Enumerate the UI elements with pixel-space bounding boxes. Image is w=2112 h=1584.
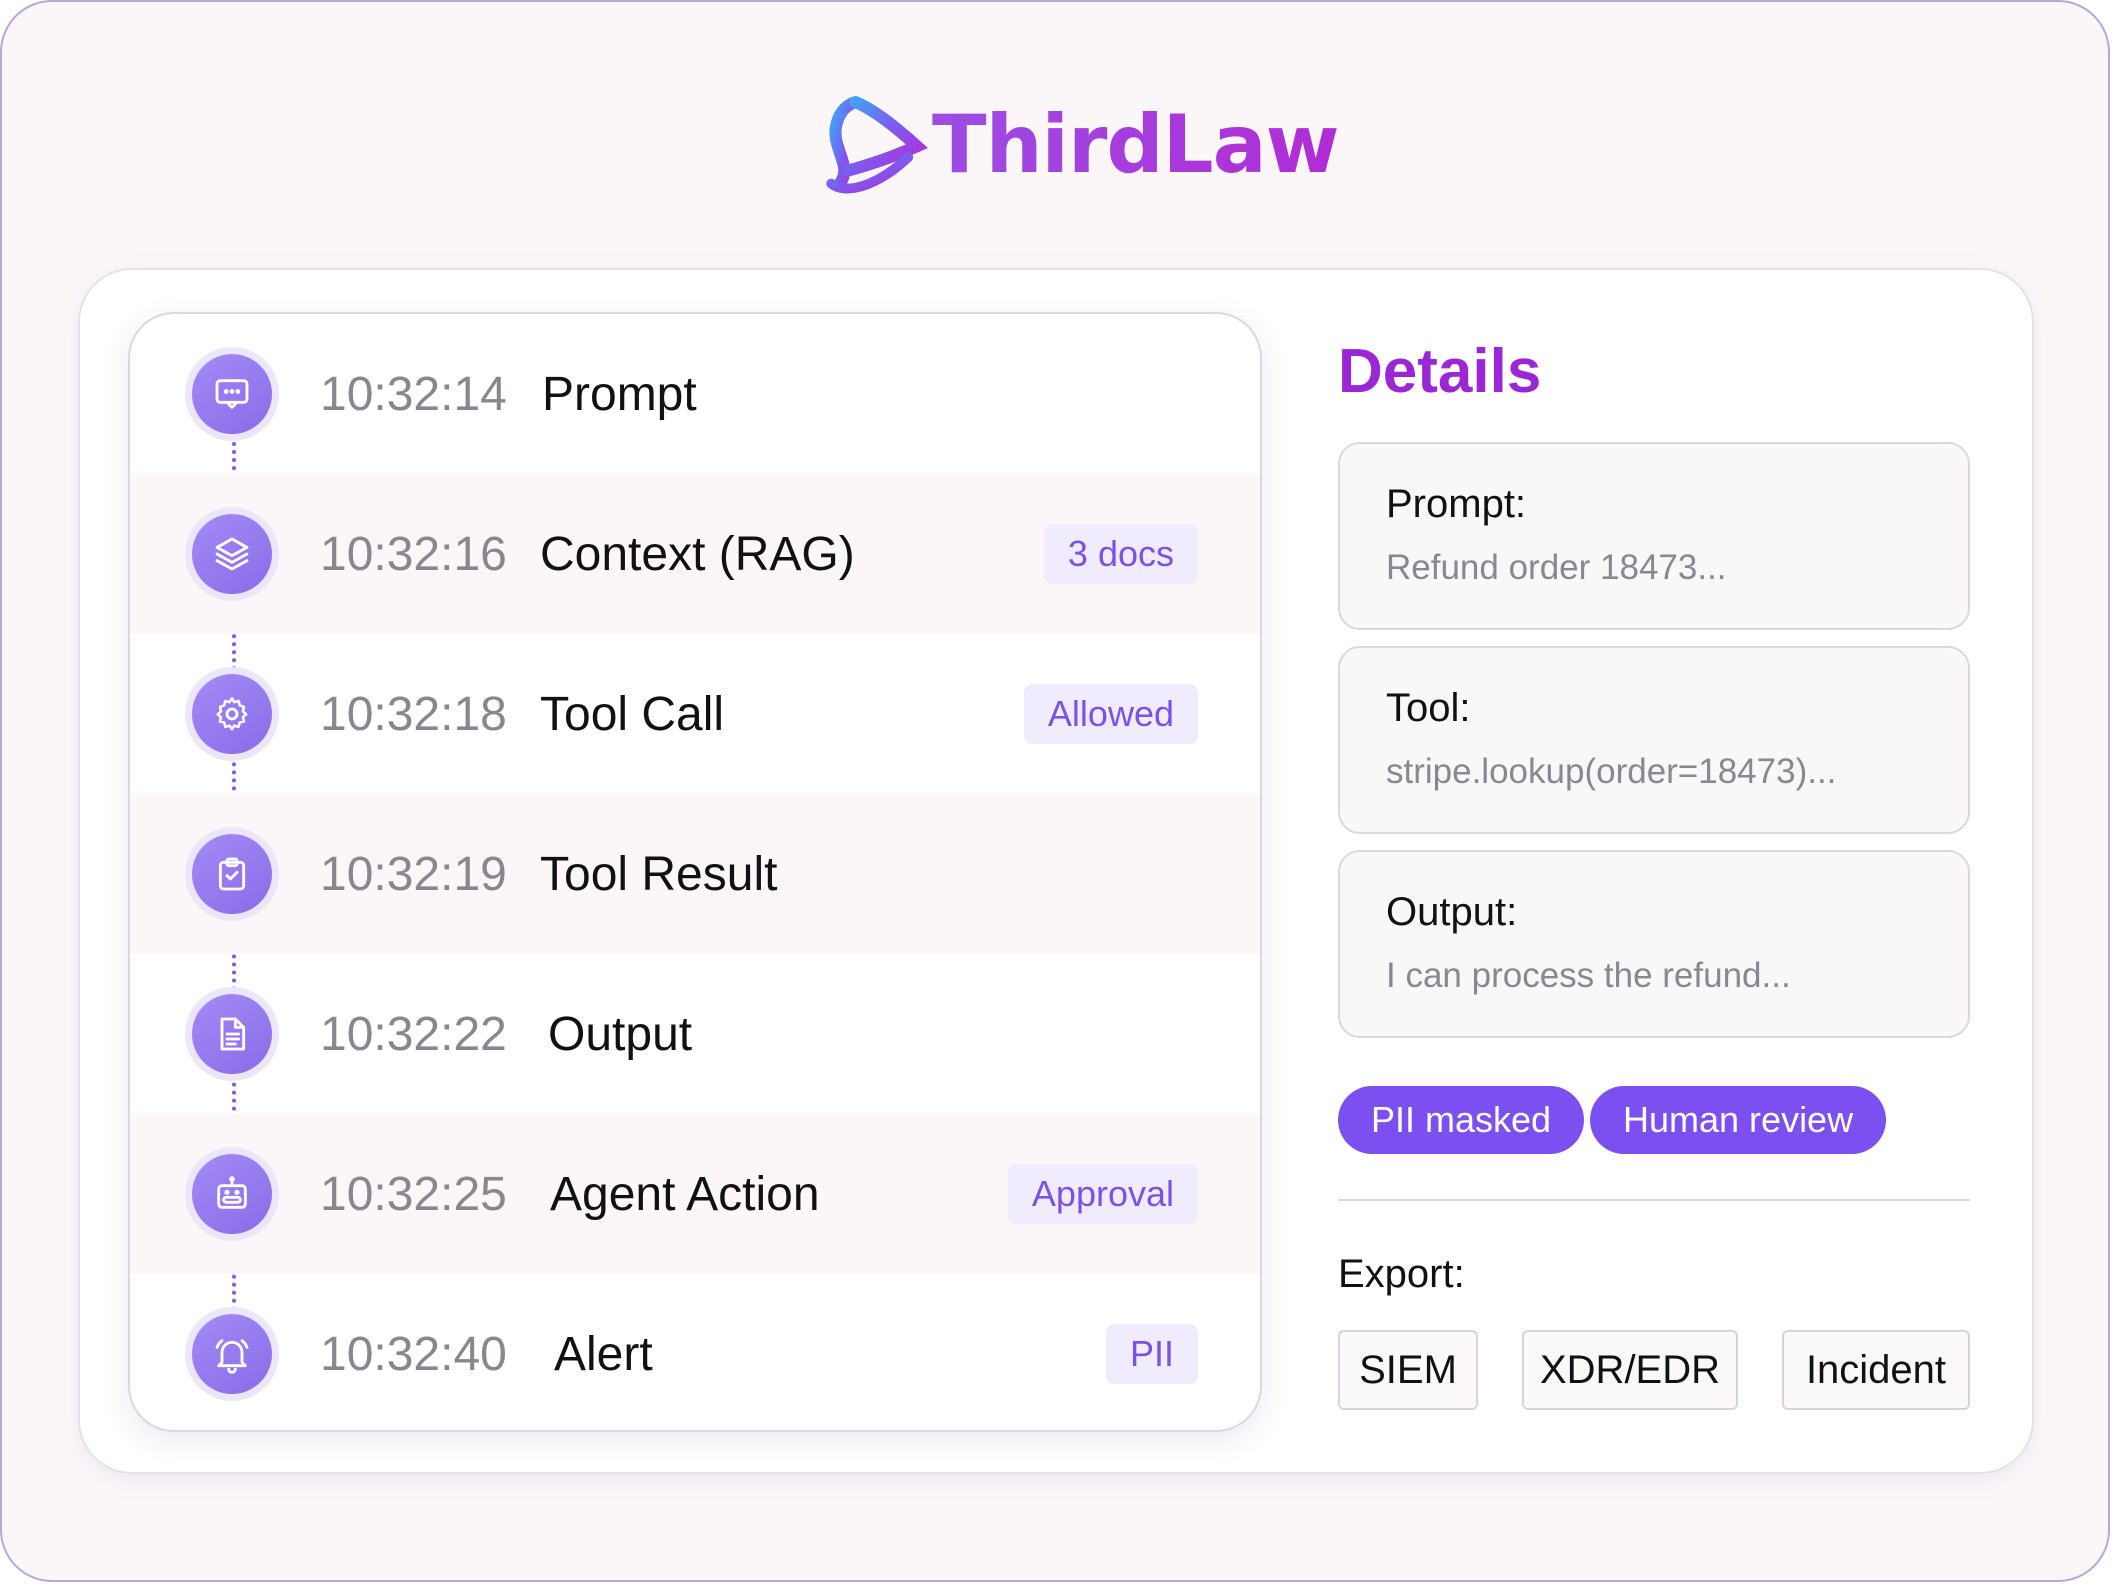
event-tag: PII: [1105, 1324, 1198, 1384]
event-time: 10:32:16: [320, 527, 507, 581]
timeline-row-alert[interactable]: 10:32:40 Alert PII: [130, 1274, 1260, 1430]
detail-prompt-key: Prompt:: [1386, 482, 1527, 526]
event-time: 10:32:19: [320, 847, 507, 901]
event-label: Tool Result: [540, 847, 778, 901]
export-label: Export:: [1338, 1252, 1465, 1296]
export-xdr-edr-button[interactable]: XDR/EDR: [1522, 1330, 1738, 1410]
bell-icon: [192, 1314, 272, 1394]
brand-header: ThirdLaw: [818, 84, 1340, 204]
document-icon: [192, 994, 272, 1074]
detail-output-value: I can process the refund...: [1386, 956, 1791, 995]
detail-tool-key: Tool:: [1386, 686, 1471, 730]
pii-masked-badge[interactable]: PII masked: [1338, 1086, 1585, 1154]
event-label: Alert: [554, 1327, 653, 1381]
detail-tool-value: stripe.lookup(order=18473)...: [1386, 752, 1837, 791]
message-icon: [192, 354, 272, 434]
timeline-row-prompt[interactable]: 10:32:14 Prompt: [130, 314, 1260, 474]
event-tag: 3 docs: [1043, 524, 1198, 584]
event-time: 10:32:14: [320, 367, 507, 421]
thirdlaw-logo-icon: [826, 96, 928, 194]
event-time: 10:32:25: [320, 1167, 507, 1221]
export-siem-button[interactable]: SIEM: [1338, 1330, 1478, 1410]
timeline-row-tool-result[interactable]: 10:32:19 Tool Result: [130, 794, 1260, 954]
event-label: Output: [548, 1007, 693, 1061]
timeline-row-tool-call[interactable]: 10:32:18 Tool Call Allowed: [130, 634, 1260, 794]
event-label: Agent Action: [550, 1167, 820, 1221]
brand-name: ThirdLaw: [932, 97, 1340, 191]
divider: [1338, 1199, 1970, 1201]
event-label: Tool Call: [540, 687, 725, 741]
event-timeline: 10:32:14 Prompt 10:32:16 Context (RAG) 3…: [128, 312, 1262, 1432]
event-time: 10:32:40: [320, 1327, 507, 1381]
details-title: Details: [1338, 337, 1542, 406]
event-time: 10:32:18: [320, 687, 507, 741]
human-review-badge[interactable]: Human review: [1590, 1086, 1887, 1154]
robot-icon: [192, 1154, 272, 1234]
gear-icon: [192, 674, 272, 754]
detail-tool-box[interactable]: Tool: stripe.lookup(order=18473)...: [1338, 646, 1970, 834]
detail-output-key: Output:: [1386, 890, 1518, 934]
timeline-row-output[interactable]: 10:32:22 Output: [130, 954, 1260, 1114]
timeline-row-context[interactable]: 10:32:16 Context (RAG) 3 docs: [130, 474, 1260, 634]
event-time: 10:32:22: [320, 1007, 507, 1061]
export-incident-button[interactable]: Incident: [1782, 1330, 1970, 1410]
detail-prompt-box[interactable]: Prompt: Refund order 18473...: [1338, 442, 1970, 630]
timeline-row-agent-action[interactable]: 10:32:25 Agent Action Approval: [130, 1114, 1260, 1274]
event-label: Prompt: [542, 367, 697, 421]
clipboard-check-icon: [192, 834, 272, 914]
event-tag: Allowed: [1023, 684, 1198, 744]
event-tag: Approval: [1007, 1164, 1198, 1224]
layers-icon: [192, 514, 272, 594]
detail-prompt-value: Refund order 18473...: [1386, 548, 1727, 587]
event-label: Context (RAG): [540, 527, 855, 581]
detail-output-box[interactable]: Output: I can process the refund...: [1338, 850, 1970, 1038]
